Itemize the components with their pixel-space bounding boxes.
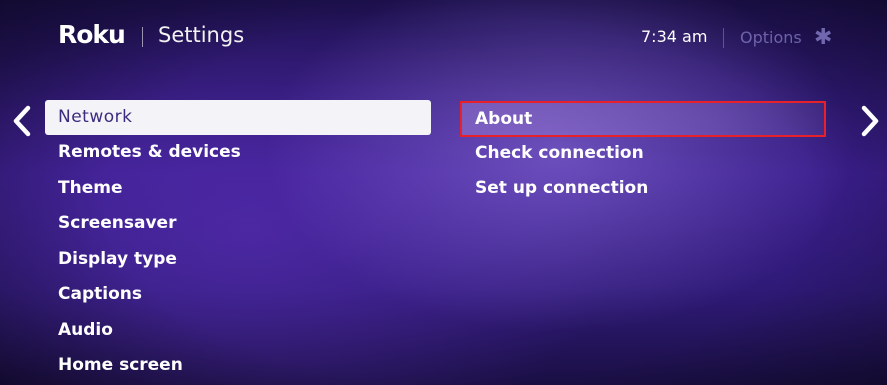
header-divider: [142, 27, 143, 47]
network-submenu: About Check connection Set up connection: [460, 101, 826, 208]
menu-item-theme[interactable]: Theme: [45, 171, 431, 207]
submenu-item-check-connection[interactable]: Check connection: [460, 137, 826, 173]
submenu-item-about[interactable]: About: [460, 101, 826, 137]
clock-time: 7:34 am: [641, 27, 708, 46]
options-label[interactable]: Options: [740, 28, 802, 47]
chevron-right-icon[interactable]: [857, 104, 883, 138]
header-bar: Roku Settings 7:34 am Options ✱: [0, 0, 887, 72]
menu-item-audio[interactable]: Audio: [45, 313, 431, 349]
menu-item-remotes-devices[interactable]: Remotes & devices: [45, 135, 431, 171]
roku-logo: Roku: [58, 20, 126, 49]
chevron-left-icon[interactable]: [9, 104, 35, 138]
asterisk-icon[interactable]: ✱: [814, 25, 832, 50]
menu-item-home-screen[interactable]: Home screen: [45, 348, 431, 384]
menu-item-screensaver[interactable]: Screensaver: [45, 206, 431, 242]
options-divider: [723, 28, 724, 48]
menu-item-captions[interactable]: Captions: [45, 277, 431, 313]
settings-menu: Network Remotes & devices Theme Screensa…: [45, 100, 431, 384]
menu-item-display-type[interactable]: Display type: [45, 242, 431, 278]
menu-item-network[interactable]: Network: [45, 100, 431, 135]
page-title: Settings: [158, 23, 245, 47]
submenu-item-set-up-connection[interactable]: Set up connection: [460, 172, 826, 208]
